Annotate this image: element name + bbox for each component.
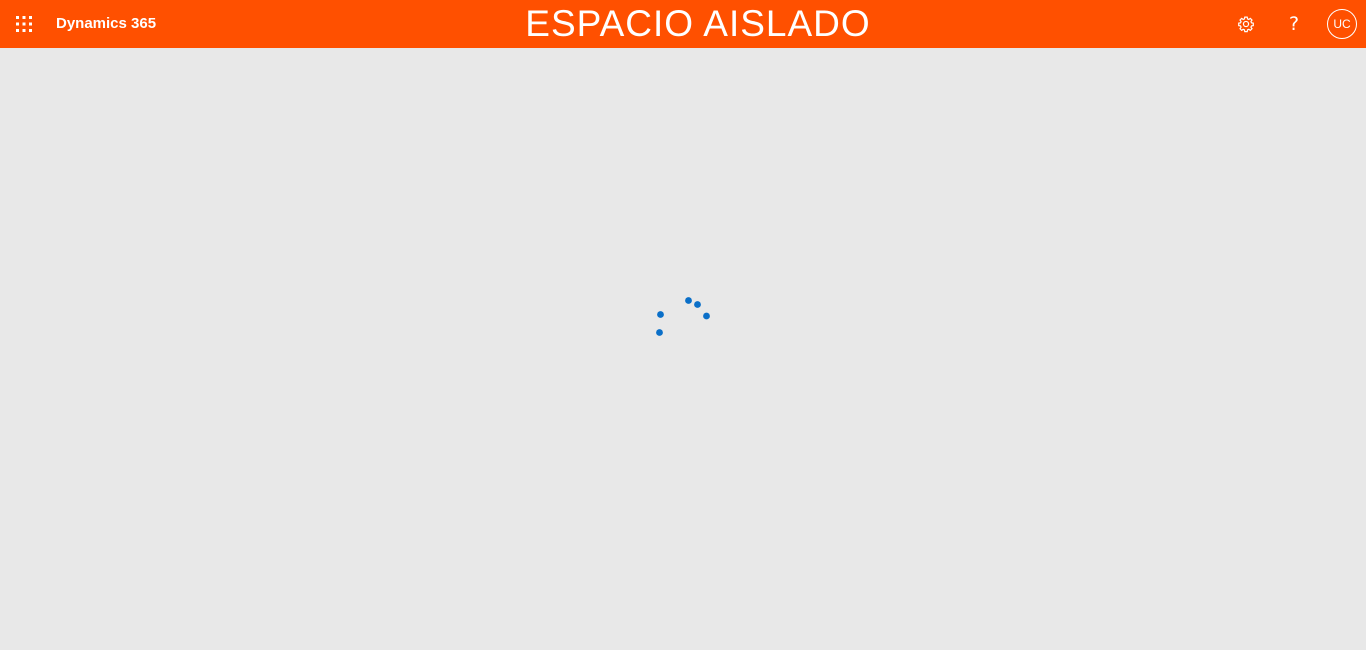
app-launcher-button[interactable] bbox=[0, 0, 48, 48]
help-button[interactable]: ? bbox=[1270, 0, 1318, 48]
spinner-dot bbox=[694, 301, 701, 308]
spinner-dot bbox=[685, 297, 692, 304]
environment-title: ESPACIO AISLADO bbox=[525, 3, 871, 44]
spinner-dot bbox=[657, 311, 664, 318]
gear-icon bbox=[1238, 16, 1254, 33]
main-content-area bbox=[0, 48, 1366, 650]
brand-link[interactable]: Dynamics 365 bbox=[56, 0, 156, 48]
spinner-dot bbox=[703, 312, 710, 320]
user-profile-button[interactable]: UC bbox=[1318, 0, 1366, 48]
waffle-grid-icon bbox=[16, 16, 32, 32]
loading-spinner-icon bbox=[656, 297, 710, 336]
help-icon: ? bbox=[1288, 12, 1300, 35]
spinner-dot bbox=[656, 329, 663, 336]
top-navigation-bar: Dynamics 365 ESPACIO AISLADO ? UC bbox=[0, 0, 1366, 48]
settings-button[interactable] bbox=[1222, 0, 1270, 48]
avatar: UC bbox=[1327, 9, 1357, 39]
